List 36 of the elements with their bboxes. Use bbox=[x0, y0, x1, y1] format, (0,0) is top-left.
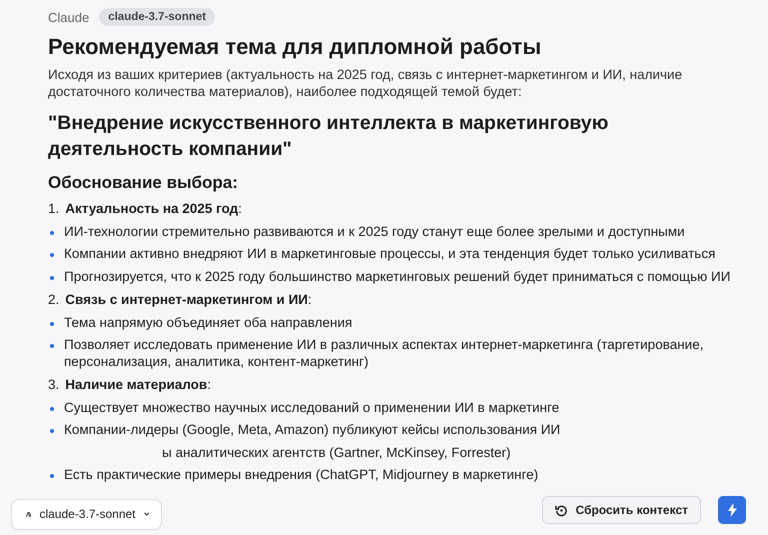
list-number: 2. bbox=[48, 292, 60, 308]
reset-context-button[interactable]: Сбросить контекст bbox=[542, 496, 701, 524]
bullet-text: ы аналитических агентств (Gartner, McKinsey, Forrester) bbox=[162, 444, 511, 461]
list-heading: Актуальность на 2025 год: bbox=[65, 201, 242, 218]
bullet-text: Компании активно внедряют ИИ в маркетинговые процессы, и эта тенденция будет только усиливаться bbox=[64, 246, 716, 262]
model-selector[interactable]: claude-3.7-sonnet bbox=[11, 498, 162, 530]
bullet-icon bbox=[50, 344, 54, 348]
bullet-text: Существует множество научных исследований о применении ИИ в маркетинге bbox=[64, 400, 560, 416]
section-heading: Обоснование выбора: bbox=[48, 172, 239, 194]
model-badge: claude-3.7-sonnet bbox=[99, 8, 215, 26]
app-name: Claude bbox=[48, 10, 90, 24]
bullet-icon bbox=[50, 276, 54, 280]
bullet-icon bbox=[50, 406, 54, 410]
bullet-icon bbox=[50, 230, 54, 234]
bullet-text: ИИ-технологии стремительно развиваются и к 2025 году станут еще более зрелыми и доступными bbox=[64, 224, 685, 240]
chevron-down-icon bbox=[144, 511, 149, 517]
list-heading: Наличие материалов: bbox=[65, 377, 211, 394]
bullet-icon bbox=[50, 322, 54, 326]
bullet-text: Тема напрямую объединяет оба направления bbox=[64, 314, 352, 331]
list-number: 1. bbox=[48, 201, 60, 218]
topic-title: "Внедрение искусственного интеллекта в маркетинговую деятельность компании" bbox=[48, 111, 610, 162]
bullet-icon bbox=[50, 429, 54, 433]
run-button[interactable] bbox=[718, 496, 746, 524]
bullet-text: Позволяет исследовать применение ИИ в различных аспектах интернет-маркетинга (таргетирование, персонализация, аналитика, контент-маркетинг) bbox=[64, 337, 704, 370]
list-heading: Связь с интернет-маркетингом и ИИ: bbox=[65, 292, 312, 308]
bullet-icon bbox=[50, 474, 54, 478]
lightning-icon bbox=[728, 503, 736, 517]
bullet-text: Компании-лидеры (Google, Meta, Amazon) публикуют кейсы использования ИИ bbox=[64, 422, 560, 438]
list-number: 3. bbox=[48, 377, 60, 394]
bullet-icon bbox=[50, 253, 54, 257]
reset-icon bbox=[554, 504, 568, 516]
bullet-text: Есть практические примеры внедрения (ChatGPT, Midjourney в маркетинге) bbox=[64, 467, 538, 484]
answer-title: Рекомендуемая тема для дипломной работы bbox=[48, 33, 542, 61]
bullet-text: Прогнозируется, что к 2025 году большинство маркетинговых решений будет приниматься с помощью ИИ bbox=[64, 268, 730, 285]
logo-icon bbox=[26, 510, 32, 518]
intro-paragraph: Исходя из ваших критериев (актуальность на 2025 год, связь с интернет-маркетингом и ИИ, наличие достаточного количества материалов), наиболее подходящей темой будет: bbox=[48, 67, 684, 100]
